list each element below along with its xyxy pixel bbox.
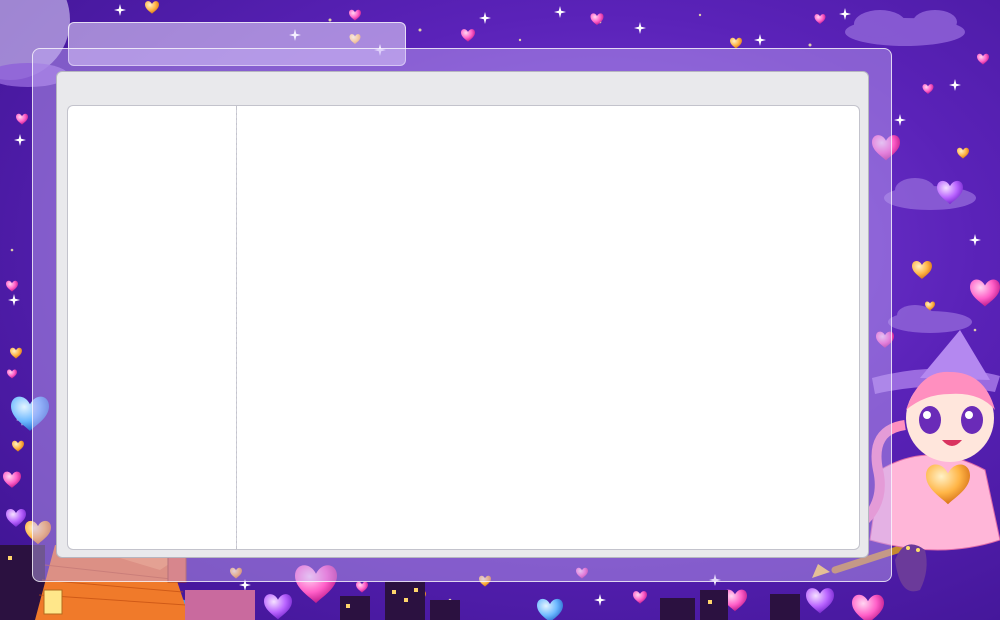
main-content-panel[interactable] bbox=[236, 105, 860, 550]
panel-divider[interactable] bbox=[236, 110, 237, 546]
desktop-skin bbox=[0, 0, 1000, 620]
sidebar-panel[interactable] bbox=[67, 105, 237, 550]
cat-icon bbox=[895, 544, 927, 592]
